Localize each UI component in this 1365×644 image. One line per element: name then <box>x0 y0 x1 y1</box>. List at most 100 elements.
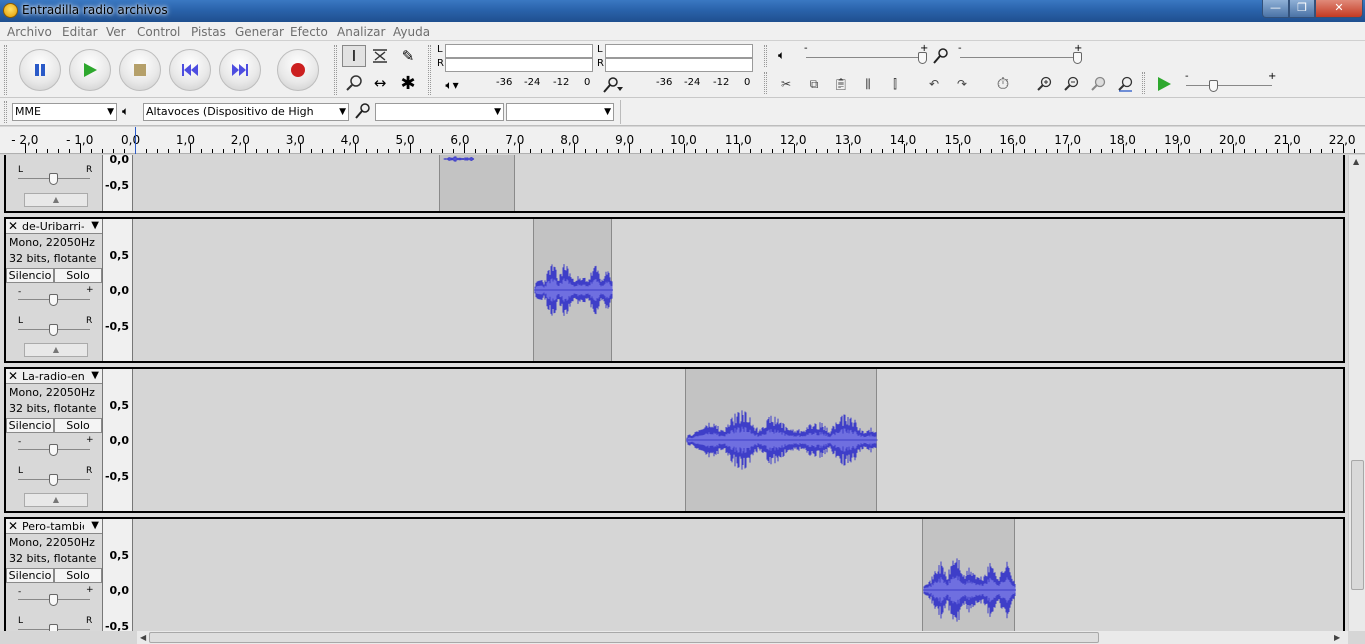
mute-button[interactable]: Silencio <box>6 568 54 583</box>
track-name-bar[interactable]: ✕ Pero-tambié ▼ <box>6 519 102 534</box>
waveform-area[interactable] <box>134 155 1343 211</box>
menu-analizar[interactable]: Analizar <box>337 25 385 39</box>
pan-slider[interactable] <box>49 173 58 185</box>
minimize-button[interactable]: — <box>1262 0 1289 18</box>
input-device-select[interactable]: ▼ <box>375 103 504 121</box>
mute-button[interactable]: Silencio <box>6 418 54 433</box>
waveform-area[interactable] <box>134 369 1343 511</box>
gain-slider[interactable] <box>49 594 58 606</box>
play-at-speed-button[interactable] <box>1152 73 1176 95</box>
track-menu-icon[interactable]: ▼ <box>91 520 99 531</box>
menu-ayuda[interactable]: Ayuda <box>393 25 430 39</box>
track-menu-icon[interactable]: ▼ <box>91 220 99 231</box>
toolbar-grip[interactable] <box>334 45 337 95</box>
trim-button[interactable]: ⫼ <box>856 73 880 95</box>
draw-tool[interactable]: ✎ <box>396 45 420 67</box>
time-shift-tool[interactable]: ↔ <box>368 72 392 94</box>
solo-button[interactable]: Solo <box>54 418 102 433</box>
audio-clip[interactable] <box>438 155 515 211</box>
solo-button[interactable]: Solo <box>54 268 102 283</box>
silence-button[interactable]: ⫿ <box>883 73 907 95</box>
solo-button[interactable]: Solo <box>54 568 102 583</box>
input-volume-track[interactable] <box>960 57 1080 58</box>
multi-tool[interactable]: ✱ <box>396 72 420 94</box>
play-button[interactable] <box>69 49 111 91</box>
redo-button[interactable]: ↷ <box>950 73 974 95</box>
vertical-scrollbar[interactable]: ▲ <box>1348 155 1365 631</box>
playback-meter-menu[interactable]: 🔈︎▾ <box>440 74 464 96</box>
undo-button[interactable]: ↶ <box>922 73 946 95</box>
output-volume-track[interactable] <box>806 57 926 58</box>
menu-control[interactable]: Control <box>137 25 180 39</box>
track-name-bar[interactable]: ✕ La-radio-en ▼ <box>6 369 102 384</box>
track-name[interactable]: Pero-tambié <box>22 520 84 533</box>
gain-slider[interactable] <box>49 444 58 456</box>
scroll-right-icon[interactable]: ▶ <box>1334 633 1340 642</box>
track-name[interactable]: La-radio-en <box>22 370 84 383</box>
maximize-button[interactable]: ❐ <box>1289 0 1315 18</box>
cut-button[interactable]: ✂︎ <box>774 73 798 95</box>
skip-to-start-button[interactable] <box>169 49 211 91</box>
scroll-left-icon[interactable]: ◀ <box>140 633 146 642</box>
zoom-out-button[interactable] <box>1059 73 1083 95</box>
envelope-tool[interactable] <box>368 45 392 67</box>
menu-generar[interactable]: Generar <box>235 25 284 39</box>
paste-button[interactable]: 📋︎ <box>829 73 853 95</box>
copy-button[interactable]: ⧉ <box>802 73 826 95</box>
audio-track[interactable]: ✕ de-Uribarri- ▼ Mono, 22050Hz 32 bits, flot… <box>4 217 1345 363</box>
stop-button[interactable] <box>119 49 161 91</box>
audio-track[interactable]: ✕ Pero-tambié ▼ Mono, 22050Hz 32 bits, flota… <box>4 517 1345 631</box>
audio-clip[interactable] <box>922 519 1017 631</box>
horizontal-scrollbar[interactable]: ◀ ▶ <box>137 631 1348 644</box>
gain-slider[interactable] <box>49 294 58 306</box>
pan-slider[interactable] <box>49 474 58 486</box>
menu-archivo[interactable]: Archivo <box>7 25 52 39</box>
collapse-track-button[interactable]: ▲ <box>24 193 88 207</box>
menu-efecto[interactable]: Efecto <box>290 25 328 39</box>
input-volume-slider[interactable] <box>1073 52 1082 64</box>
record-button[interactable] <box>277 49 319 91</box>
output-device-select[interactable]: Altavoces (Dispositivo de High ▼ <box>143 103 349 121</box>
horizontal-scroll-thumb[interactable] <box>149 632 1099 643</box>
speed-slider[interactable] <box>1209 80 1218 92</box>
track-menu-icon[interactable]: ▼ <box>91 370 99 381</box>
fit-selection-button[interactable] <box>1086 73 1110 95</box>
menu-editar[interactable]: Editar <box>62 25 98 39</box>
waveform-area[interactable] <box>134 519 1343 631</box>
track-name-bar[interactable]: ✕ de-Uribarri- ▼ <box>6 219 102 234</box>
sync-lock-button[interactable]: ⏱︎ <box>991 73 1015 95</box>
skip-to-end-button[interactable] <box>219 49 261 91</box>
toolbar-grip[interactable] <box>4 101 7 123</box>
audio-clip[interactable] <box>685 369 879 511</box>
audio-track[interactable]: LR▲0,50,0-0,5 <box>4 155 1345 213</box>
close-window-button[interactable]: ✕ <box>1315 0 1363 18</box>
audio-clip[interactable] <box>533 219 614 361</box>
toolbar-grip[interactable] <box>764 72 767 94</box>
collapse-track-button[interactable]: ▲ <box>24 343 88 357</box>
zoom-tool[interactable] <box>342 72 366 94</box>
zoom-in-button[interactable] <box>1032 73 1056 95</box>
toolbar-grip[interactable] <box>4 45 7 95</box>
vertical-scroll-thumb[interactable] <box>1351 460 1364 590</box>
output-volume-slider[interactable] <box>918 52 927 64</box>
timeline-ruler[interactable]: - 2,0 - 1,0 0,0 1,0 2,0 3,0 4,0 5,0 6,0 7,0 8,0 9,0… <box>0 127 1365 154</box>
fit-project-button[interactable] <box>1113 73 1137 95</box>
toolbar-grip[interactable] <box>428 45 431 95</box>
toolbar-grip[interactable] <box>1142 72 1145 94</box>
menu-ver[interactable]: Ver <box>106 25 126 39</box>
record-meter-menu[interactable] <box>600 74 624 96</box>
collapse-track-button[interactable]: ▲ <box>24 493 88 507</box>
audio-host-select[interactable]: MME ▼ <box>12 103 117 121</box>
audio-track[interactable]: ✕ La-radio-en ▼ Mono, 22050Hz 32 bits, flota… <box>4 367 1345 513</box>
track-name[interactable]: de-Uribarri- <box>22 220 84 233</box>
scroll-up-icon[interactable]: ▲ <box>1353 157 1359 166</box>
menu-pistas[interactable]: Pistas <box>191 25 226 39</box>
pan-slider[interactable] <box>49 324 58 336</box>
pause-button[interactable] <box>19 49 61 91</box>
pan-slider[interactable] <box>49 624 58 631</box>
toolbar-grip[interactable] <box>764 45 767 67</box>
input-channels-select[interactable]: ▼ <box>506 103 614 121</box>
track-close-icon[interactable]: ✕ <box>8 519 18 533</box>
track-close-icon[interactable]: ✕ <box>8 219 18 233</box>
mute-button[interactable]: Silencio <box>6 268 54 283</box>
